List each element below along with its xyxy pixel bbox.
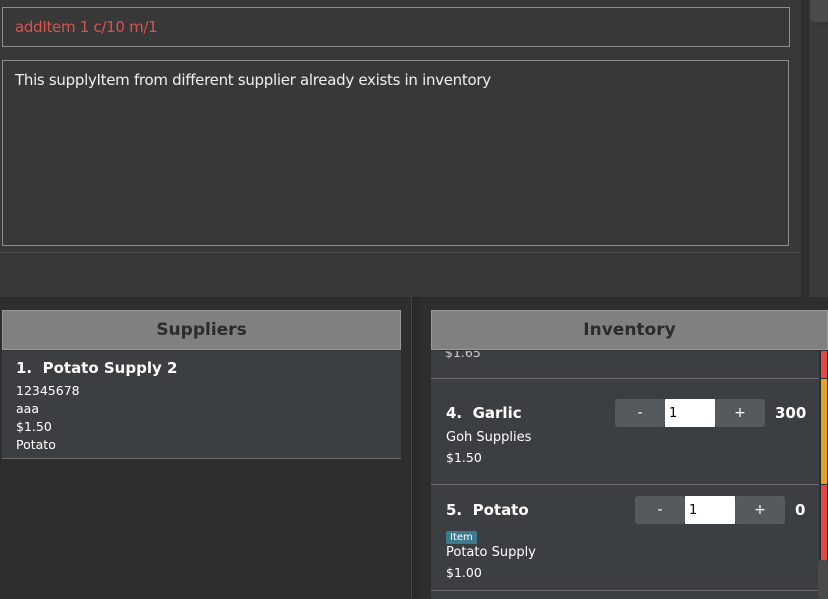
quantity-stepper[interactable]: - + <box>615 399 765 427</box>
decrement-button[interactable]: - <box>615 399 665 427</box>
item-quantity: 0 <box>795 501 806 519</box>
increment-button[interactable]: + <box>735 496 785 524</box>
item-index: 4. <box>446 404 463 422</box>
item-quantity: 300 <box>775 404 807 422</box>
item-price: $1.00 <box>446 565 482 580</box>
item-supplier: Potato Supply <box>446 545 536 560</box>
supplier-card[interactable]: 1. Potato Supply 2 12345678 aaa $1.50 Po… <box>2 351 401 459</box>
decrement-button[interactable]: - <box>635 496 685 524</box>
item-name-text: Garlic <box>472 404 522 422</box>
inventory-list[interactable]: $1.65 4. Garlic Goh Supplies $1.50 - + 3… <box>431 351 828 599</box>
result-display: This supplyItem from different supplier … <box>2 60 789 246</box>
supplier-index: 1. <box>16 359 33 377</box>
item-name: 5. Potato <box>446 501 529 519</box>
inventory-card[interactable]: 4. Garlic Goh Supplies $1.50 - + 300 <box>431 379 827 485</box>
divider <box>0 252 800 253</box>
item-name: 4. Garlic <box>446 404 522 422</box>
status-bar <box>821 351 827 378</box>
quantity-stepper[interactable]: - + <box>635 496 785 524</box>
item-name-text: Potato <box>472 501 529 519</box>
item-price: $1.65 <box>445 351 481 360</box>
supplier-item: Potato <box>16 437 56 452</box>
item-tag: Item <box>446 531 477 544</box>
inventory-card[interactable]: 5. Potato Item Potato Supply $1.00 - + 0 <box>431 485 827 591</box>
inventory-header: Inventory <box>431 310 828 350</box>
item-supplier: Goh Supplies <box>446 430 532 445</box>
item-tags: Item <box>446 525 477 544</box>
command-box[interactable] <box>2 7 790 47</box>
item-price: $1.50 <box>446 450 482 465</box>
inventory-card-partial[interactable] <box>431 591 827 599</box>
increment-button[interactable]: + <box>715 399 765 427</box>
supplier-phone: 12345678 <box>16 383 80 398</box>
status-bar <box>821 379 827 484</box>
inventory-scrollbar-thumb[interactable] <box>818 560 828 599</box>
scrollbar-thumb[interactable] <box>810 0 828 22</box>
stepper-input[interactable] <box>665 399 715 427</box>
supplier-name: 1. Potato Supply 2 <box>16 359 387 377</box>
split-pane-divider[interactable] <box>411 297 421 599</box>
item-index: 5. <box>446 501 463 519</box>
scrollbar-track[interactable] <box>801 0 809 297</box>
suppliers-header: Suppliers <box>2 310 401 350</box>
scrollbar-track-secondary[interactable] <box>810 26 828 297</box>
supplier-name-text: Potato Supply 2 <box>42 359 178 377</box>
stepper-input[interactable] <box>685 496 735 524</box>
supplier-price: $1.50 <box>16 419 52 434</box>
command-input[interactable] <box>3 8 789 46</box>
result-message: This supplyItem from different supplier … <box>15 71 491 89</box>
inventory-card-partial[interactable]: $1.65 <box>431 351 827 379</box>
supplier-email: aaa <box>16 401 39 416</box>
